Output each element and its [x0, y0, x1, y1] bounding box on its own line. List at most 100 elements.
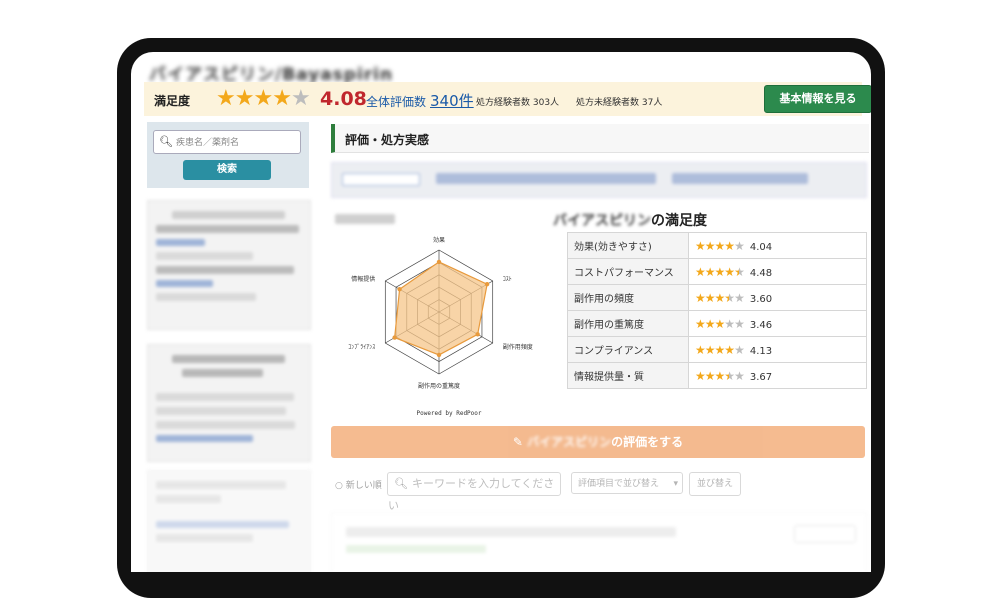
radar-axis-label: 副作用の重篤度: [418, 382, 460, 390]
section-header: 評価・処方実感: [331, 124, 869, 153]
sort-select[interactable]: 評価項目で並び替え ▾: [571, 472, 683, 494]
rating-stars: ★★★★★: [695, 316, 745, 331]
rating-value-cell: ★★★★★ 4.13: [688, 336, 867, 363]
star-full-icon: ★: [695, 316, 706, 331]
star-full-icon: ★: [253, 86, 273, 111]
rating-row: 副作用の頻度 ★★★★★ 3.60: [567, 284, 867, 311]
rating-value: 3.46: [749, 319, 773, 331]
star-full-icon: ★: [714, 290, 726, 305]
side-card-extra: [147, 470, 311, 572]
sidebar: 🔍︎ 疾患名／薬剤名 検索: [147, 122, 311, 572]
radar-svg: 効果 ｺｽﾄ 副作用頻度副作用の重篤度 ｺﾝﾌﾟﾗｲｱﾝｽ 情報提供 Powered by…: [348, 236, 533, 417]
rating-row: 副作用の重篤度 ★★★★★ 3.46: [567, 310, 867, 337]
star-full-icon: ★: [714, 238, 726, 253]
screen: バイアスピリン/Bayaspirin 満足度 ★★★★★ 4.08 全体評価数 …: [131, 52, 871, 572]
rating-value-cell: ★★★★★ 4.04: [688, 232, 867, 259]
search-icon: 🔍︎: [394, 477, 408, 490]
star-full-icon: ★: [695, 290, 706, 305]
star-full-icon: ★: [714, 316, 726, 331]
satisfaction-score: 4.08: [320, 88, 367, 110]
star-full-icon: ★: [695, 342, 706, 357]
radar-powered-by: Powered by RedPoor: [416, 410, 481, 417]
review-drug-name: バイアスピリン: [527, 435, 612, 449]
star-empty-icon: ★: [734, 342, 745, 357]
star-empty-icon: ★: [734, 290, 745, 305]
satisfaction-label: 満足度: [154, 94, 191, 108]
star-full-icon: ★: [216, 86, 236, 111]
satisfaction-stars: ★★★★★: [216, 86, 311, 111]
tab-2[interactable]: [436, 173, 656, 184]
search-button[interactable]: 検索: [183, 160, 271, 180]
radar-point: [484, 282, 490, 287]
star-full-icon: ★: [704, 342, 716, 357]
rating-value: 4.04: [749, 241, 773, 253]
rating-value: 3.67: [749, 371, 773, 383]
star-empty-icon: ★: [734, 368, 745, 383]
filter-bar: ○ 新しい順 🔍︎ キーワードを入力してください 評価項目で並び替え ▾ 並び替え: [331, 472, 865, 512]
keyword-placeholder: キーワードを入力してください: [388, 477, 555, 512]
rating-label: コストパフォーマンス: [567, 258, 689, 285]
star-half-icon: ★: [724, 368, 735, 383]
rating-label: 副作用の頻度: [567, 284, 689, 311]
radar-chart: 効果 ｺｽﾄ 副作用頻度 副作用の重篤度 ｺﾝﾌﾟﾗｲｱﾝｽ 情報提供 Powered by…: [331, 212, 561, 422]
rating-stars: ★★★★★: [695, 290, 745, 305]
radar-axis-label: ｺﾝﾌﾟﾗｲｱﾝｽ: [348, 344, 375, 351]
star-empty-icon: ★: [724, 316, 735, 331]
write-review-button[interactable]: ✎ バイアスピリンの評価をする: [331, 426, 865, 458]
rating-label: 情報提供量・質: [567, 362, 689, 389]
star-empty-icon: ★: [734, 316, 745, 331]
search-panel: 🔍︎ 疾患名／薬剤名 検索: [147, 122, 309, 188]
rating-stars: ★★★★★: [695, 342, 745, 357]
rating-value-cell: ★★★★★ 4.48: [688, 258, 867, 285]
rating-label: コンプライアンス: [567, 336, 689, 363]
tab-strip: [331, 162, 867, 198]
rating-value-cell: ★★★★★ 3.60: [688, 284, 867, 311]
tab-active[interactable]: [342, 173, 420, 186]
rating-stars: ★★★★★: [695, 368, 745, 383]
star-full-icon: ★: [695, 264, 706, 279]
radar-point: [436, 352, 442, 358]
radar-point: [436, 259, 442, 265]
main-content: 評価・処方実感 効果 ｺｽﾄ 副作用頻度 副作用の重篤度 ｺﾝﾌﾟﾗｲｱﾝｽ 情報提供 Po…: [331, 122, 871, 572]
star-empty-icon: ★: [734, 238, 745, 253]
ratings-table: 効果(効きやすさ) ★★★★★ 4.04 コストパフォーマンス ★★★★★ 4.48 副作用…: [567, 232, 867, 389]
drug-name: バイアスピリン: [553, 213, 651, 229]
radar-point: [397, 287, 402, 292]
star-full-icon: ★: [724, 342, 735, 357]
star-full-icon: ★: [714, 264, 726, 279]
side-card-notice: [147, 344, 311, 462]
star-full-icon: ★: [695, 238, 706, 253]
radar-axis-label: 副作用頻度: [503, 343, 533, 351]
rating-value: 4.13: [749, 345, 773, 357]
radar-point: [392, 335, 397, 340]
keyword-input[interactable]: 🔍︎ キーワードを入力してください: [387, 472, 561, 512]
satisfaction-bar: 満足度 ★★★★★ 4.08 全体評価数 340件 処方経験者数 303人 処方…: [144, 82, 871, 116]
unexperienced-count: 処方未経験者数 37人: [576, 98, 663, 108]
rating-row: コストパフォーマンス ★★★★★ 4.48: [567, 258, 867, 285]
rating-row: コンプライアンス ★★★★★ 4.13: [567, 336, 867, 363]
chevron-down-icon: ▾: [673, 479, 678, 489]
review-button-label: の評価をする: [611, 435, 684, 449]
tab-3[interactable]: [672, 173, 808, 184]
total-reviews-count[interactable]: 340件: [430, 90, 474, 111]
search-icon: 🔍︎: [159, 135, 173, 148]
sort-button[interactable]: 並び替え: [689, 472, 741, 496]
rating-value: 3.60: [749, 293, 773, 305]
star-full-icon: ★: [704, 264, 716, 279]
newest-label: 新しい順: [345, 481, 382, 491]
radar-caption: [335, 214, 395, 224]
rating-label: 効果(効きやすさ): [567, 232, 689, 259]
star-full-icon: ★: [272, 86, 292, 111]
total-reviews-label: 全体評価数: [366, 95, 427, 109]
search-placeholder: 疾患名／薬剤名: [175, 138, 239, 148]
basic-info-button[interactable]: 基本情報を見る: [764, 85, 871, 113]
star-half-icon: ★: [734, 264, 745, 279]
rating-value-cell: ★★★★★ 3.46: [688, 310, 867, 337]
star-full-icon: ★: [724, 238, 735, 253]
newest-checkbox[interactable]: ○ 新しい順: [335, 478, 382, 491]
side-card-ranking: [147, 200, 311, 330]
rating-label: 副作用の重篤度: [567, 310, 689, 337]
star-half-icon: ★: [724, 290, 735, 305]
search-input[interactable]: 🔍︎ 疾患名／薬剤名: [153, 130, 301, 154]
star-full-icon: ★: [234, 86, 255, 111]
